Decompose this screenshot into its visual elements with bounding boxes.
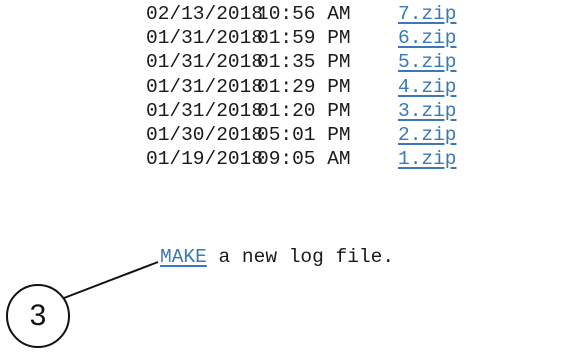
callout-leader-line	[63, 261, 159, 299]
file-row: 01/19/2018 09:05 AM 1.zip	[146, 147, 558, 171]
file-row: 01/31/2018 01:29 PM 4.zip	[146, 75, 558, 99]
make-description: a new log file.	[206, 246, 395, 268]
file-date: 01/31/2018	[146, 51, 264, 74]
file-link-5[interactable]: 5.zip	[398, 50, 457, 74]
file-time: 09:05 AM	[257, 148, 351, 171]
file-time: 01:20 PM	[257, 99, 351, 122]
file-time: 01:35 PM	[257, 51, 351, 74]
file-time: 01:29 PM	[257, 75, 351, 98]
file-time: 05:01 PM	[257, 123, 351, 146]
file-link-4[interactable]: 4.zip	[398, 75, 457, 99]
callout-number: 3	[29, 299, 47, 332]
file-row: 01/31/2018 01:59 PM 6.zip	[146, 26, 558, 50]
file-date: 01/30/2018	[146, 123, 264, 146]
file-date: 01/31/2018	[146, 27, 264, 50]
file-link-7[interactable]: 7.zip	[398, 2, 457, 26]
make-link[interactable]: MAKE	[160, 246, 207, 268]
file-date: 01/31/2018	[146, 75, 264, 98]
file-listing: 02/13/2018 10:56 AM 7.zip 01/31/2018 01:…	[146, 2, 558, 171]
file-link-3[interactable]: 3.zip	[398, 99, 457, 123]
file-date: 01/31/2018	[146, 99, 264, 122]
file-row: 02/13/2018 10:56 AM 7.zip	[146, 2, 558, 26]
file-row: 01/30/2018 05:01 PM 2.zip	[146, 123, 558, 147]
file-date: 02/13/2018	[146, 3, 264, 25]
file-row: 01/31/2018 01:35 PM 5.zip	[146, 50, 558, 74]
file-link-6[interactable]: 6.zip	[398, 26, 457, 50]
file-link-2[interactable]: 2.zip	[398, 123, 457, 147]
make-log-line: MAKE a new log file.	[160, 244, 394, 270]
file-row: 01/31/2018 01:20 PM 3.zip	[146, 99, 558, 123]
file-link-1[interactable]: 1.zip	[398, 147, 457, 171]
file-time: 10:56 AM	[257, 3, 351, 25]
file-time: 01:59 PM	[257, 27, 351, 50]
file-date: 01/19/2018	[146, 148, 264, 171]
